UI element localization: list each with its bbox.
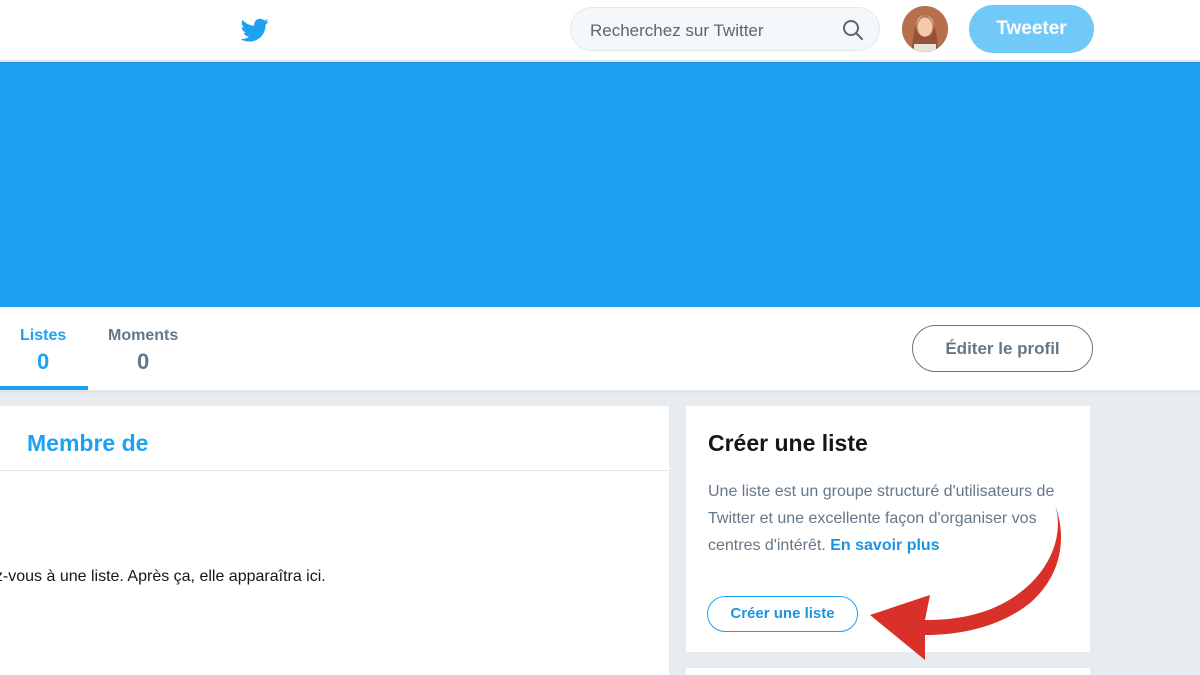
create-list-button[interactable]: Créer une liste: [707, 596, 858, 632]
active-tab-indicator: [0, 386, 88, 390]
top-navigation: Recherchez sur Twitter Tweeter: [0, 0, 1200, 61]
tab-lists-label: Listes: [20, 327, 67, 344]
create-list-title: Créer une liste: [708, 430, 868, 456]
profile-nav: Listes 0 Moments 0 Éditer le profil: [0, 307, 1200, 391]
avatar[interactable]: [902, 6, 948, 52]
tweet-button[interactable]: Tweeter: [969, 5, 1094, 53]
red-arrow-icon: [870, 505, 1062, 660]
tab-member-of[interactable]: Membre de: [27, 430, 148, 457]
edit-profile-button[interactable]: Éditer le profil: [912, 325, 1093, 372]
lists-panel: Membre de ez-vous à une liste. Après ça,…: [0, 406, 669, 675]
twitter-bird-icon[interactable]: [239, 16, 271, 44]
search-box[interactable]: Recherchez sur Twitter: [570, 7, 880, 51]
tab-moments-label: Moments: [108, 327, 179, 344]
avatar-image: [902, 6, 948, 52]
profile-header-banner: [0, 62, 1200, 307]
tab-lists-count: 0: [37, 349, 50, 374]
tab-lists[interactable]: Listes 0: [20, 327, 66, 375]
tab-moments[interactable]: Moments 0: [108, 327, 178, 375]
search-input[interactable]: Recherchez sur Twitter: [590, 21, 764, 41]
empty-state-text: ez-vous à une liste. Après ça, elle appa…: [0, 568, 326, 585]
divider: [0, 470, 669, 471]
secondary-card: [686, 668, 1090, 675]
tab-moments-count: 0: [136, 349, 150, 374]
search-icon[interactable]: [841, 18, 865, 42]
